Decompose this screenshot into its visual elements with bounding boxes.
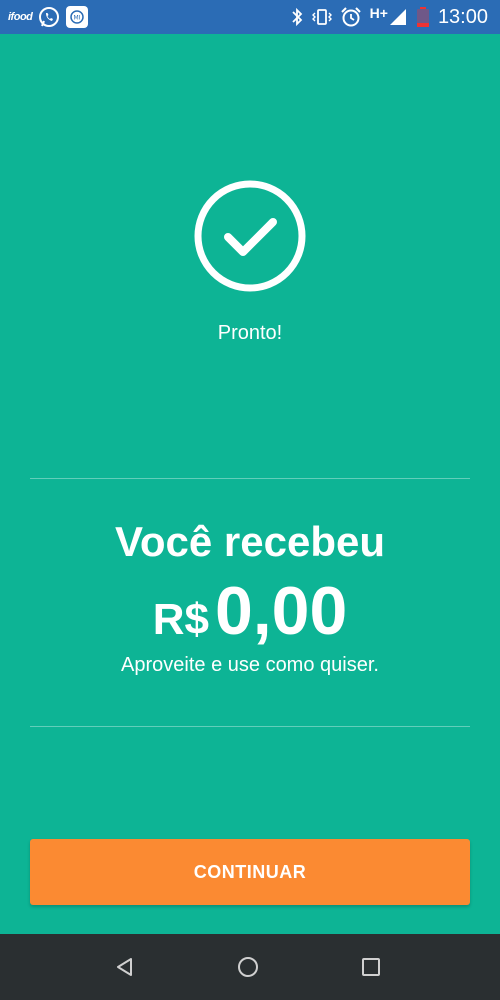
home-icon[interactable] [233,952,263,982]
status-bar: ifood MI H+ 13:00 [0,0,500,34]
svg-text:MI: MI [74,15,81,22]
status-bar-notifications: ifood MI [8,4,89,30]
continue-button[interactable]: CONTINUAR [30,839,470,905]
subtitle: Aproveite e use como quiser. [121,654,379,676]
headline: Você recebeu [114,518,386,565]
alarm-icon [340,6,362,28]
signal-icon: H+ [369,5,408,27]
bluetooth-icon [290,7,304,27]
divider-bottom [30,726,470,727]
whatsapp-icon [38,6,60,28]
status-text: Pronto! [217,322,283,344]
status-time: 13:00 [437,5,488,28]
vibrate-icon [311,7,332,27]
amount-display: R$ 0,00 [0,572,500,650]
navigation-bar [0,934,500,1000]
battery-icon [416,6,430,28]
network-type-label: H+ [369,5,388,21]
recents-icon[interactable] [356,952,386,982]
currency-symbol: R$ [152,595,209,644]
back-icon[interactable] [110,952,140,982]
divider-top [30,478,470,479]
app-notification-icon: MI [66,6,89,28]
status-bar-system: H+ 13:00 [290,4,488,30]
amount-value: 0,00 [214,573,348,649]
ifood-icon: ifood [8,11,33,23]
check-circle-icon [193,179,307,293]
